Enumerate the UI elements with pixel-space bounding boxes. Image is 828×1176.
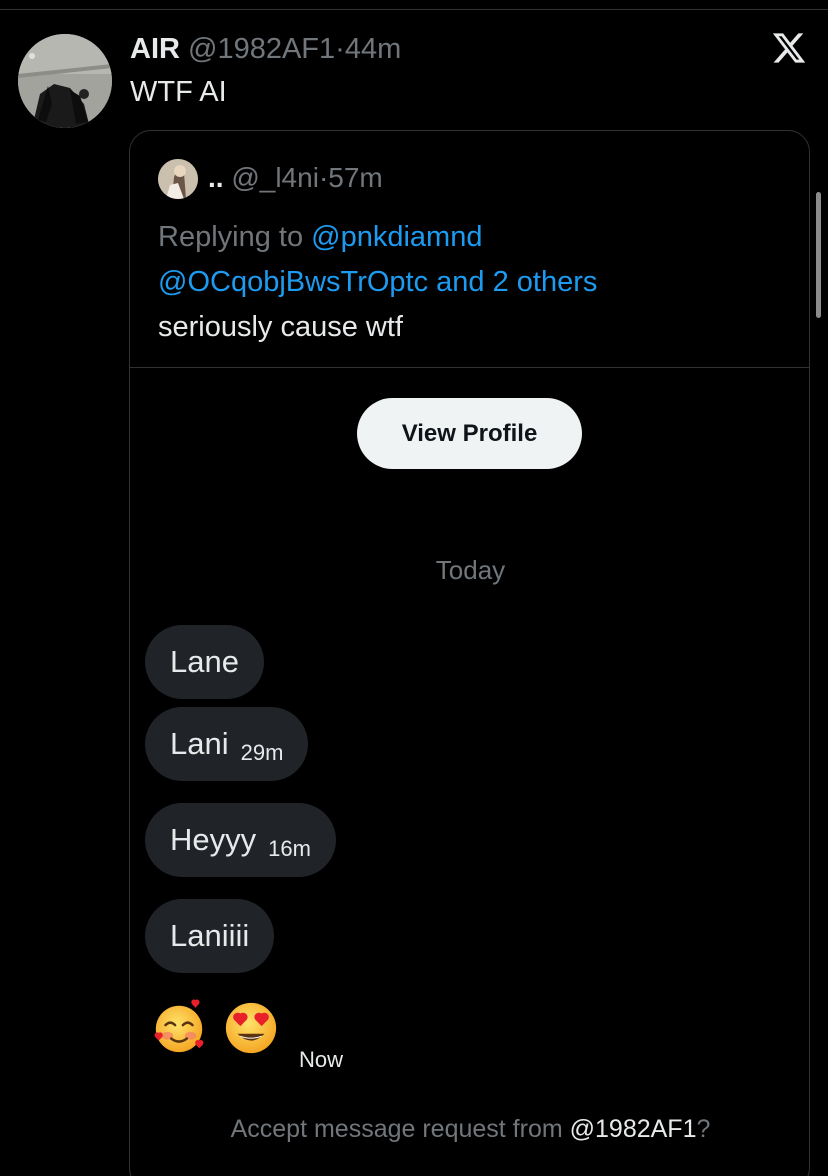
mention-link-2[interactable]: @OCqobjBwsTrOptc and 2 others — [158, 266, 597, 298]
quoted-header: .. @_l4ni·57m — [208, 161, 383, 195]
reactions-time: Now — [299, 1047, 344, 1072]
heart-eyes-icon[interactable] — [222, 999, 280, 1057]
accept-prefix: Accept message request from — [230, 1115, 563, 1143]
top-divider — [0, 9, 828, 10]
accept-request-prompt: Accept message request from @1982AF1? — [130, 1115, 809, 1144]
author-handle[interactable]: @1982AF1 — [188, 33, 335, 65]
accept-suffix: ? — [696, 1115, 711, 1143]
tweet-text: WTF AI — [130, 76, 227, 108]
quoted-text: seriously cause wtf — [158, 311, 403, 343]
mention-link-1[interactable]: @pnkdiamnd — [311, 221, 482, 253]
author-name[interactable]: AIR — [130, 33, 180, 65]
message-text: Laniiii — [170, 918, 250, 953]
x-logo-icon — [772, 33, 806, 63]
quoted-author-avatar[interactable] — [158, 159, 198, 199]
message-bubble[interactable]: Lane — [145, 625, 264, 699]
tweet-time[interactable]: 44m — [345, 33, 401, 65]
quoted-author-handle[interactable]: @_l4ni — [231, 162, 319, 193]
quoted-separator: · — [318, 162, 329, 193]
message-text: Heyyy — [170, 822, 257, 857]
message-time: 16m — [268, 836, 311, 861]
message-bubble[interactable]: Lani 29m — [145, 707, 309, 781]
replying-prefix: Replying to — [158, 221, 304, 253]
scrollbar[interactable] — [816, 192, 821, 318]
message-time: 29m — [240, 740, 284, 765]
accept-handle[interactable]: @1982AF1 — [570, 1115, 697, 1143]
tweet-header: AIR @1982AF1·44m — [130, 32, 401, 66]
message-text: Lani — [170, 726, 229, 761]
quoted-author-name[interactable]: .. — [208, 162, 224, 193]
message-bubble[interactable]: Laniiii — [145, 899, 275, 973]
quoted-tweet-card[interactable]: .. @_l4ni·57m Replying to @pnkdiamnd @OC… — [129, 130, 810, 1176]
date-separator: Today — [435, 555, 506, 585]
smiling-face-with-hearts-icon[interactable] — [150, 999, 208, 1057]
message-text: Lane — [170, 644, 239, 679]
quoted-time[interactable]: 57m — [328, 162, 382, 193]
view-profile-button[interactable]: View Profile — [357, 398, 582, 469]
header-separator: · — [335, 33, 345, 65]
quoted-media-divider — [130, 367, 809, 368]
replying-to-line: Replying to @pnkdiamnd @OCqobjBwsTrOptc … — [158, 215, 798, 305]
message-bubble[interactable]: Heyyy 16m — [145, 803, 336, 877]
author-avatar[interactable] — [18, 34, 112, 128]
